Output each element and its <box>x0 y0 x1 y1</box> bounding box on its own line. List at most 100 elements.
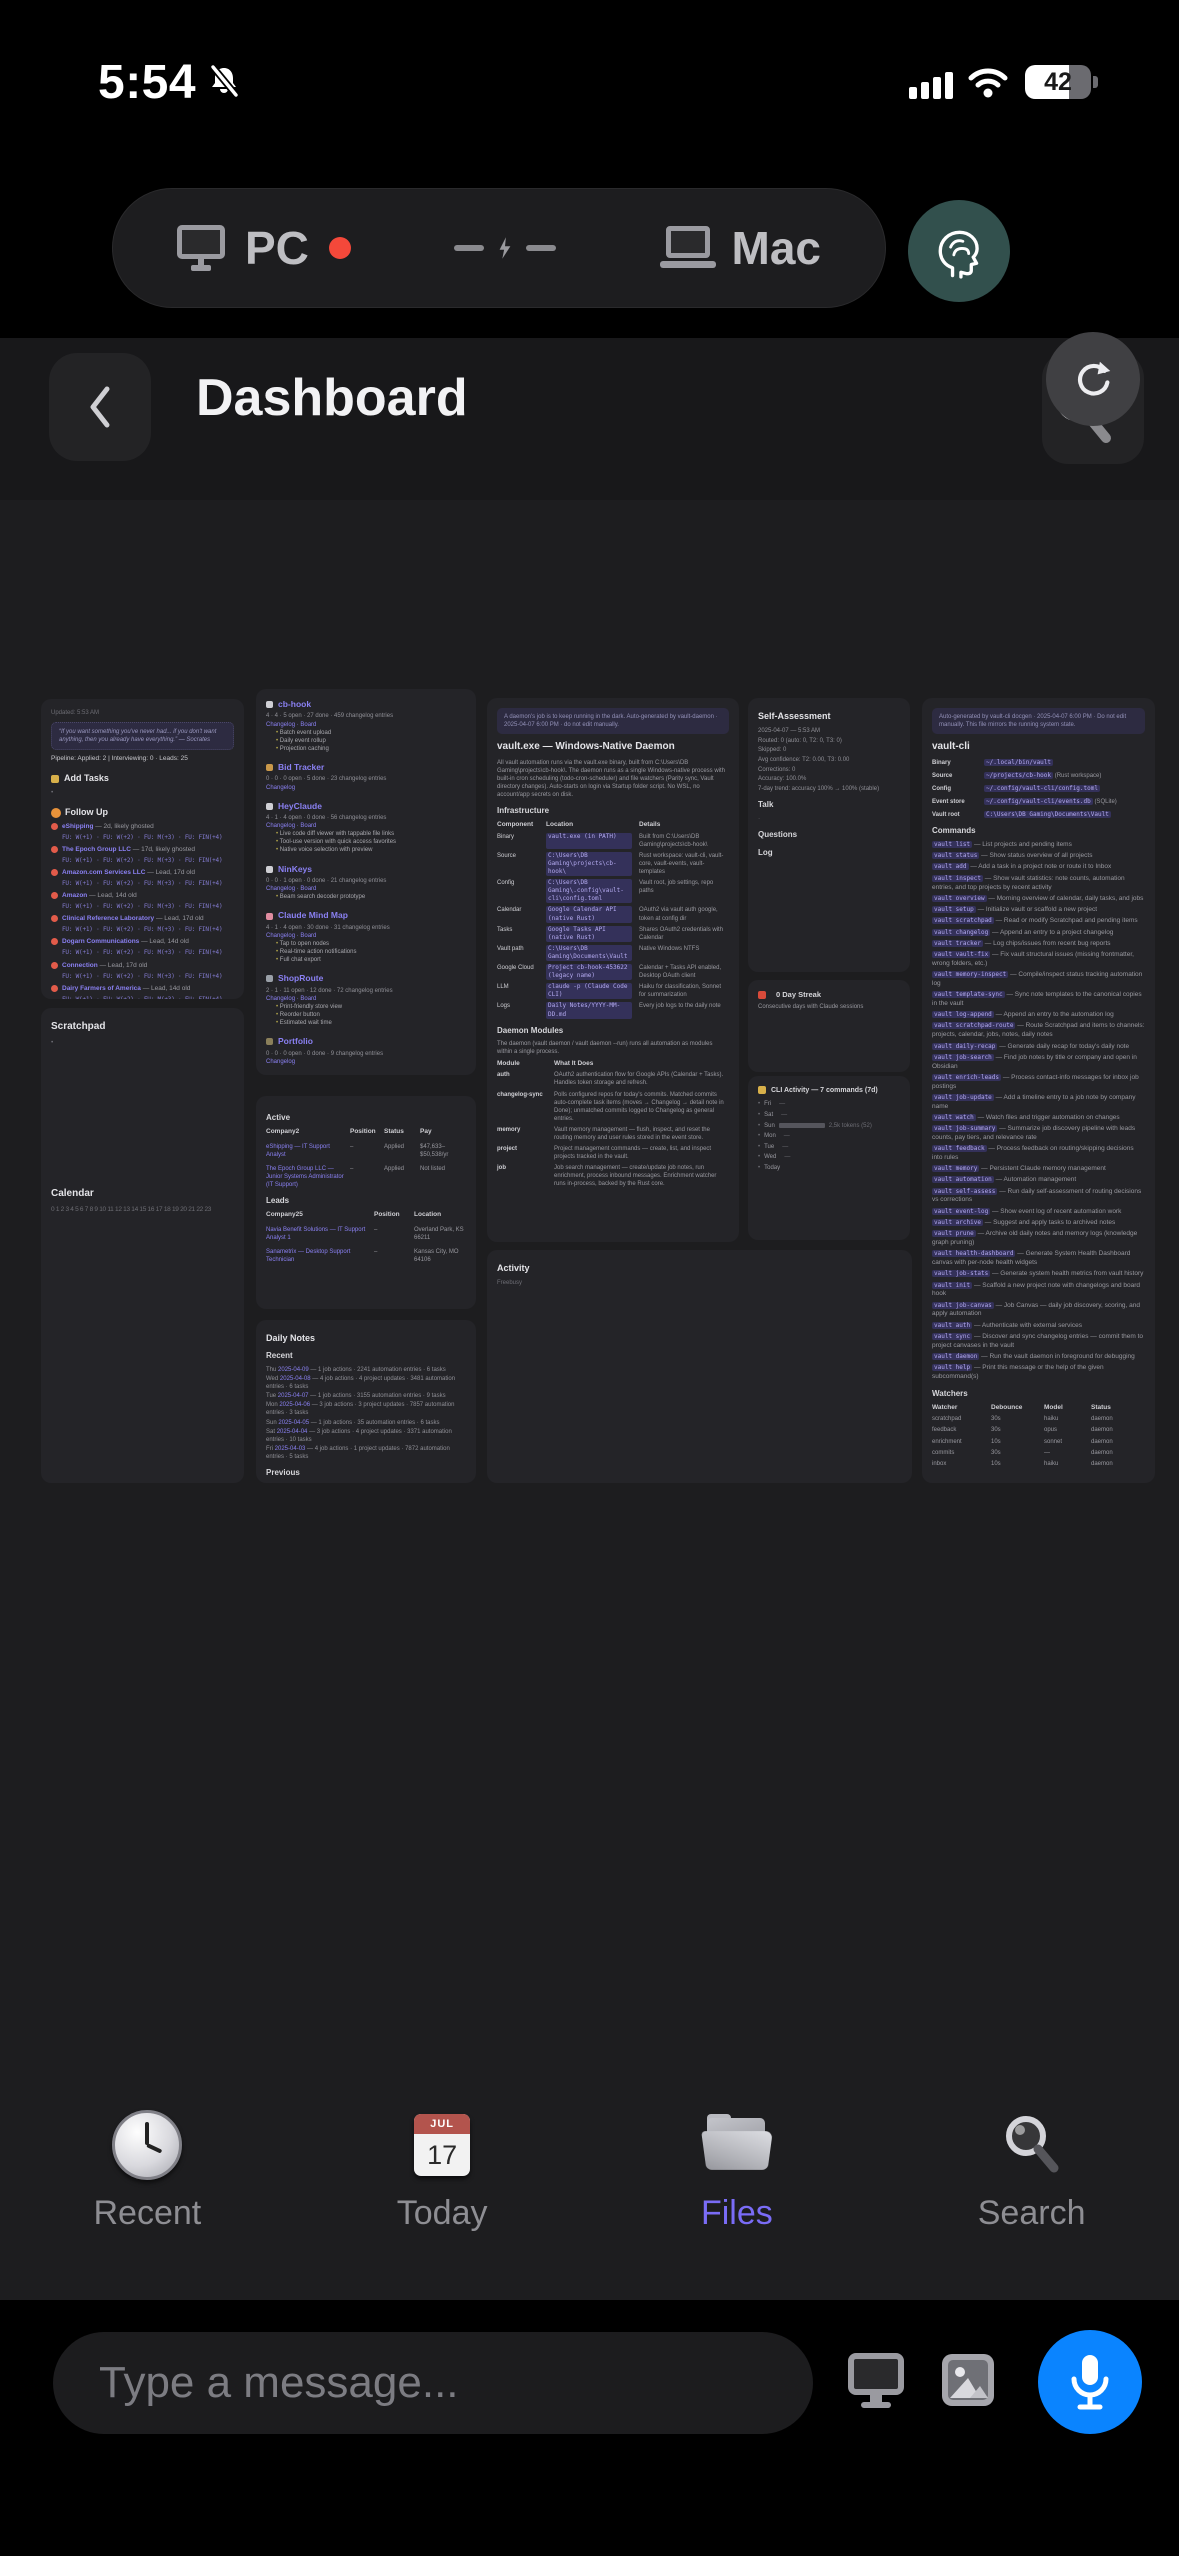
follow-up-list: eShipping — 2d, likely ghosted FU: W(+1)… <box>51 823 234 999</box>
panel-projects: cb-hook 4 · 4 · 5 open · 27 done · 459 c… <box>256 689 476 1075</box>
watchers-header: Watcher Debounce Model Status <box>932 1403 1111 1411</box>
talk-bullet: · <box>758 814 761 822</box>
streak-subtitle: Consecutive days with Claude sessions <box>758 1004 864 1011</box>
modules-table: Module What It Does <box>497 1059 594 1067</box>
date-link: 2025-04-07 <box>277 1393 309 1400</box>
commands-list: vault list — List projects and pending i… <box>932 840 1145 1382</box>
cli-day: Wed — <box>758 1153 900 1161</box>
tab-recent-label: Recent <box>93 2194 202 2232</box>
panel-vault-cli: Auto-generated by vault-cli docgen · 202… <box>922 698 1155 1483</box>
message-input[interactable] <box>53 2332 813 2434</box>
tab-search[interactable]: Search <box>884 2110 1179 2280</box>
follow-up-item: Clinical Reference Laboratory — Lead, 17… <box>51 915 234 934</box>
mac-device-button[interactable]: Mac <box>659 221 821 275</box>
project-item: Portfolio 0 · 0 · 0 open · 0 done · 9 ch… <box>266 1036 466 1066</box>
refresh-button[interactable] <box>1046 332 1140 426</box>
recent-list: Thu 2025-04-09 — 1 job actions · 2241 au… <box>266 1366 466 1461</box>
project-links: Changelog <box>266 1058 296 1065</box>
command-item: vault automation — Automation management <box>932 1176 1077 1184</box>
recent-line: Tue 2025-04-07 — 1 job actions · 3155 au… <box>266 1393 446 1400</box>
project-bullets: Live code diff viewer with tappable file… <box>266 830 466 854</box>
project-name: ShopRoute <box>278 973 324 984</box>
recent-line: Thu 2025-04-09 — 1 job actions · 2241 au… <box>266 1366 446 1373</box>
device-switcher[interactable]: PC Mac <box>112 188 886 308</box>
project-bullets: Batch event uploadDaily event rollupProj… <box>266 729 466 753</box>
command-item: vault job-stats — Generate system health… <box>932 1270 1144 1278</box>
project-bullets: Tap to open nodesReal-time action notifi… <box>266 940 466 964</box>
empty-bullet: • <box>51 789 54 797</box>
vault-cli-field: Event store ~/.config/vault-cli/events.d… <box>932 797 1117 805</box>
panel-daily-tasks: Updated: 5:53 AM “If you want something … <box>41 699 244 999</box>
command-item: vault init — Scaffold a new project note… <box>932 1281 1141 1298</box>
back-button[interactable] <box>49 353 151 461</box>
screen-share-button[interactable] <box>845 2352 907 2413</box>
project-icon <box>266 912 273 920</box>
project-stats: 0 · 0 · 0 open · 5 done · 23 changelog e… <box>266 776 387 783</box>
date-link: 2025-04-08 <box>279 1376 311 1383</box>
vault-doc-intro: All vault automation runs via the vault.… <box>497 759 725 799</box>
brain-head-icon <box>938 230 979 279</box>
command-item: vault scratchpad-route — Route Scratchpa… <box>932 1022 1145 1039</box>
infrastructure-title: Infrastructure <box>497 806 550 816</box>
project-links: Changelog · Board <box>266 886 317 893</box>
red-dot-icon <box>51 846 58 854</box>
follow-up-chips: FU: W(+1) · FU: W(+2) · FU: M(+3) · FU: … <box>62 880 223 888</box>
company-link: Amazon <box>62 892 88 900</box>
cli-day: Fri — <box>758 1100 900 1108</box>
command-item: vault auth — Authenticate with external … <box>932 1321 1082 1329</box>
project-icon <box>266 764 273 772</box>
follow-up-chips: FU: W(+1) · FU: W(+2) · FU: M(+3) · FU: … <box>62 972 223 980</box>
dashboard-preview[interactable]: Updated: 5:53 AM “If you want something … <box>0 500 1179 2300</box>
command-item: vault overview — Morning overview of cal… <box>932 894 1144 902</box>
tab-today[interactable]: JUL 17 Today <box>295 2110 590 2280</box>
calendar-icon: JUL 17 <box>414 2114 471 2176</box>
photo-button[interactable] <box>938 2350 998 2413</box>
leads-row: Navia Benefit Solutions — IT Support Ana… <box>266 1226 464 1241</box>
project-name: Claude Mind Map <box>278 910 348 921</box>
project-name: NinKeys <box>278 863 313 874</box>
follow-up-title: Follow Up <box>65 806 108 817</box>
panel-self-assessment: Self-Assessment 2025-04-07 — 5:53 AM Rout… <box>748 698 910 972</box>
company-link: Dairy Farmers of America <box>62 984 141 992</box>
project-name: Bid Tracker <box>278 761 325 772</box>
tab-recent[interactable]: Recent <box>0 2110 295 2280</box>
command-item: vault daily-recap — Generate daily recap… <box>932 1042 1130 1050</box>
folder-icon <box>701 2114 773 2172</box>
commands-title: Commands <box>932 826 976 836</box>
panel-streak: 0 Day Streak Consecutive days with Claud… <box>748 980 910 1072</box>
tab-files[interactable]: Files <box>590 2110 885 2280</box>
pc-device-button[interactable]: PC <box>177 221 351 275</box>
project-bullet: Estimated wait time <box>276 1019 466 1027</box>
command-item: vault event-log — Show event log of rece… <box>932 1207 1122 1215</box>
module-row: memory Vault memory management — flush, … <box>497 1126 710 1141</box>
vault-cli-field: Source ~/projects/cb-hook (Rust workspac… <box>932 771 1102 779</box>
panel-vault-doc: A daemon's job is to keep running in the… <box>487 698 739 1242</box>
active-title: Active <box>266 1113 291 1122</box>
command-item: vault feedback — Process feedback on rou… <box>932 1145 1134 1161</box>
command-item: vault memory — Persistent Claude memory … <box>932 1165 1106 1173</box>
mic-button[interactable] <box>1038 2330 1142 2434</box>
watchers-rows: scratchpad 30s haiku daemon feedback 30s… <box>932 1415 1145 1467</box>
command-item: vault job-update — Add a timeline entry … <box>932 1093 1136 1110</box>
command-item: vault list — List projects and pending i… <box>932 840 1072 848</box>
scratchpad-bullet: • <box>51 1038 54 1046</box>
company-link: eShipping <box>62 823 94 831</box>
leads-title: Leads <box>266 1196 290 1206</box>
page-title: Dashboard <box>196 369 468 427</box>
command-item: vault add — Add a task in a project note… <box>932 863 1112 871</box>
company-link: The Epoch Group LLC <box>62 846 131 854</box>
panel-activity: Activity Freebusy <box>487 1250 912 1483</box>
follow-up-chips: FU: W(+1) · FU: W(+2) · FU: M(+3) · FU: … <box>62 996 234 999</box>
project-list: cb-hook 4 · 4 · 5 open · 27 done · 459 c… <box>266 699 466 1066</box>
command-item: vault job-canvas — Job Canvas — daily jo… <box>932 1301 1140 1318</box>
follow-up-chips: FU: W(+1) · FU: W(+2) · FU: M(+3) · FU: … <box>62 834 223 842</box>
follow-up-item: Amazon.com Services LLC — Lead, 17d old … <box>51 869 234 888</box>
project-item: Claude Mind Map 4 · 1 · 4 open · 30 done… <box>266 910 466 964</box>
command-item: vault self-assess — Run daily self-asses… <box>932 1187 1142 1204</box>
command-item: vault prune — Archive old daily notes an… <box>932 1230 1138 1247</box>
active-table: Company2 Position Status Pay <box>266 1127 432 1135</box>
project-links: Changelog · Board <box>266 721 317 728</box>
active-rows: eShipping — IT Support Analyst – Applied… <box>266 1143 466 1189</box>
assistant-button[interactable] <box>908 200 1010 302</box>
company-link: Connection <box>62 961 98 969</box>
